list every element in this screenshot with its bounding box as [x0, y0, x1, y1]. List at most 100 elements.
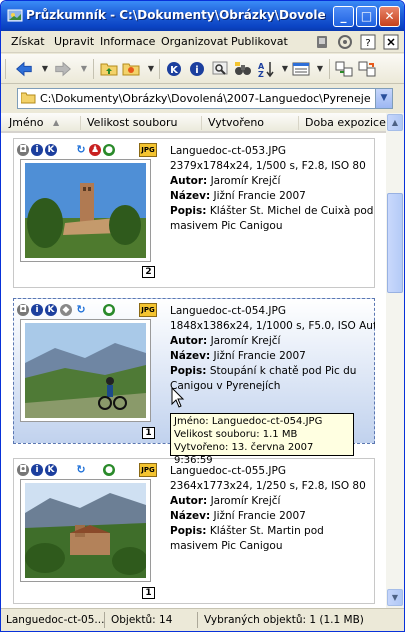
author-label: Autor: [170, 335, 208, 347]
back-dropdown-icon[interactable]: ▼ [35, 59, 55, 79]
camera-icon[interactable] [314, 34, 330, 50]
item-metadata: Languedoc-ct-053.JPG 2379x1784x24, 1/500… [170, 144, 375, 234]
title-label: Název: [170, 350, 211, 362]
svg-text:Z: Z [258, 70, 264, 79]
page-number: 1 [142, 427, 155, 439]
list-item[interactable]: ◘ i K ↻ ♟ ● JPG 2 Languedoc-ct-053.JPG 2… [13, 138, 375, 288]
list-item[interactable]: ◘ i K ↻ ● JPG 1 Languedoc-ct-055.JPG 236… [13, 458, 375, 604]
binoculars-icon[interactable] [233, 59, 253, 79]
folder-up-icon[interactable] [99, 59, 119, 79]
camera-icon: ◘ [17, 304, 29, 316]
item-metadata: Languedoc-ct-055.JPG 2364x1773x24, 1/250… [170, 464, 375, 554]
k-info-icon[interactable]: K [164, 59, 184, 79]
file-list: ◘ i K ↻ ♟ ● JPG 2 Languedoc-ct-053.JPG 2… [1, 133, 386, 608]
info-icon: i [31, 144, 43, 156]
folder-dropdown-icon[interactable]: ▼ [141, 59, 161, 79]
thumbnail-image [25, 323, 146, 418]
tooltip-size: Velikost souboru: 1.1 MB [174, 429, 298, 440]
help-icon[interactable]: ? [360, 34, 376, 50]
toolbar: ▼ ▼ ▼ K i AZ ▼ ▼ [1, 54, 404, 84]
globe-icon: ● [103, 464, 115, 476]
description-label: Popis: [170, 525, 207, 537]
k-info-icon: K [45, 464, 57, 476]
column-header-name[interactable]: Jméno [9, 116, 43, 129]
vertical-scrollbar[interactable]: ▲ ▼ [386, 113, 404, 608]
tooltip-name: Jméno: Languedoc-ct-054.JPG [174, 416, 323, 427]
sort-icon[interactable]: AZ [256, 59, 276, 79]
title-label: Název: [170, 190, 211, 202]
camera-icon: ◘ [17, 464, 29, 476]
column-headers: Jméno ▲ Velikost souboru Vytvořeno Doba … [1, 113, 387, 133]
column-header-size[interactable]: Velikost souboru [87, 116, 177, 129]
page-number: 1 [142, 587, 155, 599]
page-number: 2 [142, 266, 155, 278]
close-button[interactable]: ✕ [379, 6, 400, 27]
maximize-button[interactable]: □ [356, 6, 377, 27]
menu-informace[interactable]: Informace [100, 35, 155, 48]
forward-dropdown-icon[interactable]: ▼ [74, 59, 94, 79]
close-pane-icon[interactable] [383, 34, 399, 50]
column-header-exposure[interactable]: Doba expozice [305, 116, 386, 129]
tooltip-created: Vytvořeno: 13. června 2007 9:36:59 [174, 442, 314, 466]
thumbnail-image [25, 483, 146, 578]
author-label: Autor: [170, 495, 208, 507]
image-info: 2364x1773x24, 1/250 s, F2.8, ISO 80 [170, 480, 366, 492]
menu-organizovat[interactable]: Organizovat [161, 35, 228, 48]
file-name: Languedoc-ct-053.JPG [170, 145, 286, 157]
rotate-icon: ↻ [76, 463, 86, 476]
app-icon [7, 9, 23, 22]
mouse-cursor-icon [171, 387, 185, 408]
view-list-icon[interactable] [291, 59, 311, 79]
globe-icon: ● [103, 304, 115, 316]
gear-icon[interactable] [337, 34, 353, 50]
sort-up-icon: ▲ [53, 118, 60, 127]
thumbnail[interactable] [20, 479, 151, 582]
camera-icon: ◘ [17, 144, 29, 156]
status-file: Languedoc-ct-05... [6, 614, 105, 626]
image-info: 1848x1386x24, 1/1000 s, F5.0, ISO Auto [170, 320, 375, 332]
forward-arrow-icon[interactable] [53, 59, 73, 79]
scroll-up-button[interactable]: ▲ [387, 114, 403, 131]
tag-icon: ◆ [60, 304, 72, 316]
k-info-icon: K [45, 144, 57, 156]
jpg-badge: JPG [139, 143, 157, 157]
file-name: Languedoc-ct-054.JPG [170, 305, 286, 317]
description-label: Popis: [170, 365, 207, 377]
rotate-icon: ↻ [76, 303, 86, 316]
scroll-down-button[interactable]: ▼ [387, 589, 403, 606]
folder-icon [21, 92, 36, 104]
title-value: Jižní Francie 2007 [213, 350, 306, 362]
column-header-created[interactable]: Vytvořeno [208, 116, 264, 129]
jpg-badge: JPG [139, 463, 157, 477]
address-input[interactable]: C:\Dokumenty\Obrázky\Dovolená\2007-Langu… [17, 88, 393, 109]
info-icon[interactable]: i [187, 59, 207, 79]
copy-to-icon[interactable] [357, 59, 377, 79]
menu-bar: Získat Upravit Informace Organizovat Pub… [1, 31, 404, 53]
explorer-window: Průzkumník - C:\Dokumenty\Obrázky\Dovole… [0, 0, 405, 632]
title-bar[interactable]: Průzkumník - C:\Dokumenty\Obrázky\Dovole… [1, 1, 404, 31]
minimize-button[interactable]: _ [333, 6, 354, 27]
menu-publikovat[interactable]: Publikovat [231, 35, 288, 48]
move-to-icon[interactable] [334, 59, 354, 79]
description-label: Popis: [170, 205, 207, 217]
globe-icon: ● [103, 144, 115, 156]
status-count: Objektů: 14 [111, 614, 173, 626]
k-info-icon: K [45, 304, 57, 316]
address-dropdown-button[interactable]: ▼ [375, 89, 392, 108]
folder-star-icon[interactable] [121, 59, 141, 79]
menu-ziskat[interactable]: Získat [11, 35, 45, 48]
scroll-thumb[interactable] [387, 193, 403, 293]
back-arrow-icon[interactable] [14, 59, 34, 79]
view-dropdown-icon[interactable]: ▼ [310, 59, 330, 79]
info-icon: i [31, 464, 43, 476]
search-icon[interactable] [210, 59, 230, 79]
thumbnail[interactable] [20, 319, 151, 422]
rotate-icon: ↻ [76, 143, 86, 156]
thumbnail-image [25, 163, 146, 258]
thumbnail[interactable] [20, 159, 151, 262]
image-info: 2379x1784x24, 1/500 s, F2.8, ISO 80 [170, 160, 366, 172]
menu-upravit[interactable]: Upravit [54, 35, 94, 48]
svg-text:?: ? [365, 38, 370, 49]
address-path: C:\Dokumenty\Obrázky\Dovolená\2007-Langu… [40, 92, 371, 105]
author-value: Jaromír Krejčí [210, 495, 281, 507]
